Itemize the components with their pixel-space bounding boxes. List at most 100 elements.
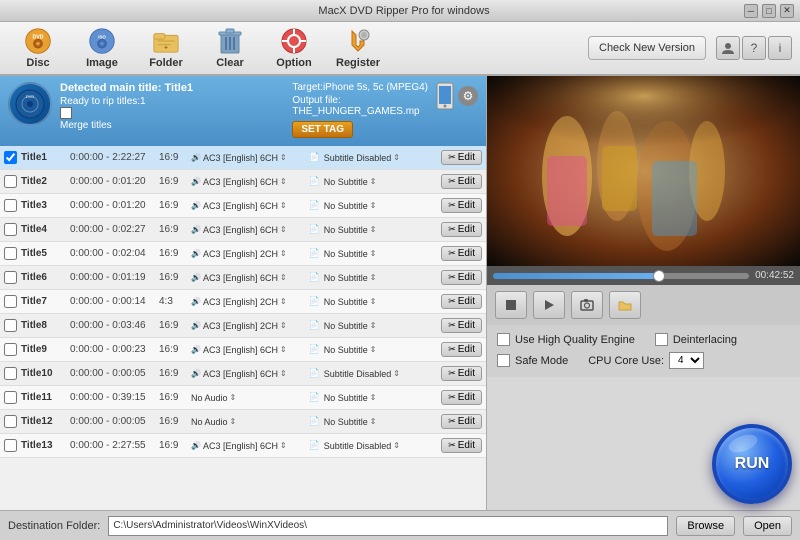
audio-arrow-icon[interactable]: ⇕ — [280, 273, 287, 282]
title-checkbox[interactable] — [4, 367, 17, 380]
set-tag-button[interactable]: SET TAG — [292, 121, 353, 138]
subtitle-doc-icon: 📄 — [309, 344, 320, 355]
subtitle-doc-icon: 📄 — [309, 224, 320, 235]
title-subtitle: Subtitle Disabled ⇕ — [324, 441, 438, 451]
audio-arrow-icon[interactable]: ⇕ — [280, 153, 287, 162]
subtitle-arrow-icon[interactable]: ⇕ — [370, 321, 377, 330]
folder-button[interactable]: + Folder — [136, 23, 196, 73]
folder-icon: + — [152, 27, 180, 55]
subtitle-doc-icon: 📄 — [309, 320, 320, 331]
audio-arrow-icon[interactable]: ⇕ — [280, 249, 287, 258]
edit-button[interactable]: ✂ Edit — [441, 198, 482, 213]
play-button[interactable] — [533, 291, 565, 319]
subtitle-arrow-icon[interactable]: ⇕ — [393, 153, 400, 162]
edit-button[interactable]: ✂ Edit — [441, 438, 482, 453]
edit-button[interactable]: ✂ Edit — [441, 150, 482, 165]
image-button[interactable]: ISO Image — [72, 23, 132, 73]
subtitle-arrow-icon[interactable]: ⇕ — [370, 297, 377, 306]
deinterlacing-checkbox[interactable] — [655, 333, 668, 346]
folder-open-button[interactable] — [609, 291, 641, 319]
audio-arrow-icon[interactable]: ⇕ — [280, 345, 287, 354]
safe-mode-checkbox[interactable] — [497, 354, 510, 367]
title-name: Title10 — [21, 368, 66, 379]
close-button[interactable]: ✕ — [780, 4, 794, 18]
iso-icon: ISO — [88, 27, 116, 55]
title-checkbox[interactable] — [4, 319, 17, 332]
title-checkbox[interactable] — [4, 295, 17, 308]
title-audio: 🔊 AC3 [English] 6CH ⇕ — [191, 441, 305, 451]
controls-area — [487, 285, 800, 325]
title-audio: 🔊 AC3 [English] 6CH ⇕ — [191, 225, 305, 235]
audio-arrow-icon[interactable]: ⇕ — [280, 201, 287, 210]
subtitle-arrow-icon[interactable]: ⇕ — [370, 225, 377, 234]
edit-button[interactable]: ✂ Edit — [441, 414, 482, 429]
edit-button[interactable]: ✂ Edit — [441, 390, 482, 405]
audio-arrow-icon[interactable]: ⇕ — [230, 393, 237, 402]
subtitle-arrow-icon[interactable]: ⇕ — [370, 177, 377, 186]
edit-button[interactable]: ✂ Edit — [441, 366, 482, 381]
subtitle-arrow-icon[interactable]: ⇕ — [393, 369, 400, 378]
gear-settings-button[interactable]: ⚙ — [458, 86, 478, 106]
subtitle-arrow-icon[interactable]: ⇕ — [370, 201, 377, 210]
option-button[interactable]: Option — [264, 23, 324, 73]
scissors-icon: ✂ — [448, 152, 456, 163]
title-checkbox[interactable] — [4, 151, 17, 164]
audio-arrow-icon[interactable]: ⇕ — [280, 369, 287, 378]
clear-button[interactable]: Clear — [200, 23, 260, 73]
title-checkbox[interactable] — [4, 415, 17, 428]
edit-button[interactable]: ✂ Edit — [441, 318, 482, 333]
destination-input[interactable] — [108, 516, 668, 536]
minimize-button[interactable]: ─ — [744, 4, 758, 18]
help-icon-button[interactable]: ? — [742, 36, 766, 60]
scissors-icon: ✂ — [448, 176, 456, 187]
title-checkbox[interactable] — [4, 223, 17, 236]
audio-arrow-icon[interactable]: ⇕ — [280, 297, 287, 306]
title-checkbox[interactable] — [4, 343, 17, 356]
title-name: Title13 — [21, 440, 66, 451]
title-checkbox[interactable] — [4, 199, 17, 212]
run-button[interactable]: RUN — [712, 424, 792, 504]
audio-arrow-icon[interactable]: ⇕ — [280, 225, 287, 234]
edit-button[interactable]: ✂ Edit — [441, 174, 482, 189]
open-button[interactable]: Open — [743, 516, 792, 536]
maximize-button[interactable]: □ — [762, 4, 776, 18]
info-icon-button[interactable]: i — [768, 36, 792, 60]
subtitle-arrow-icon[interactable]: ⇕ — [370, 345, 377, 354]
user-icon-button[interactable] — [716, 36, 740, 60]
svg-text:DVD: DVD — [26, 94, 35, 99]
subtitle-arrow-icon[interactable]: ⇕ — [370, 417, 377, 426]
disc-button[interactable]: DVD Disc — [8, 23, 68, 73]
stop-button[interactable] — [495, 291, 527, 319]
edit-button[interactable]: ✂ Edit — [441, 294, 482, 309]
audio-arrow-icon[interactable]: ⇕ — [280, 177, 287, 186]
register-button[interactable]: Register — [328, 23, 388, 73]
title-audio: 🔊 AC3 [English] 2CH ⇕ — [191, 321, 305, 331]
subtitle-arrow-icon[interactable]: ⇕ — [370, 393, 377, 402]
audio-arrow-icon[interactable]: ⇕ — [280, 441, 287, 450]
cpu-core-select[interactable]: 4 1 2 3 5 6 7 8 — [669, 352, 704, 369]
subtitle-arrow-icon[interactable]: ⇕ — [370, 249, 377, 258]
title-row: Title13 0:00:00 - 2:27:55 16:9 🔊 AC3 [En… — [0, 434, 486, 458]
edit-button[interactable]: ✂ Edit — [441, 222, 482, 237]
title-checkbox[interactable] — [4, 175, 17, 188]
audio-arrow-icon[interactable]: ⇕ — [280, 321, 287, 330]
browse-button[interactable]: Browse — [676, 516, 735, 536]
title-checkbox[interactable] — [4, 271, 17, 284]
title-checkbox[interactable] — [4, 247, 17, 260]
subtitle-arrow-icon[interactable]: ⇕ — [393, 441, 400, 450]
subtitle-arrow-icon[interactable]: ⇕ — [370, 273, 377, 282]
seek-time: 00:42:52 — [755, 270, 794, 281]
screenshot-button[interactable] — [571, 291, 603, 319]
edit-button[interactable]: ✂ Edit — [441, 246, 482, 261]
audio-arrow-icon[interactable]: ⇕ — [230, 417, 237, 426]
title-checkbox[interactable] — [4, 439, 17, 452]
title-checkbox[interactable] — [4, 391, 17, 404]
scissors-icon: ✂ — [448, 344, 456, 355]
edit-button[interactable]: ✂ Edit — [441, 342, 482, 357]
check-new-version-button[interactable]: Check New Version — [588, 36, 706, 60]
merge-titles-checkbox[interactable] — [60, 107, 72, 119]
high-quality-checkbox[interactable] — [497, 333, 510, 346]
seek-bar[interactable] — [493, 273, 749, 279]
title-name: Title9 — [21, 344, 66, 355]
edit-button[interactable]: ✂ Edit — [441, 270, 482, 285]
